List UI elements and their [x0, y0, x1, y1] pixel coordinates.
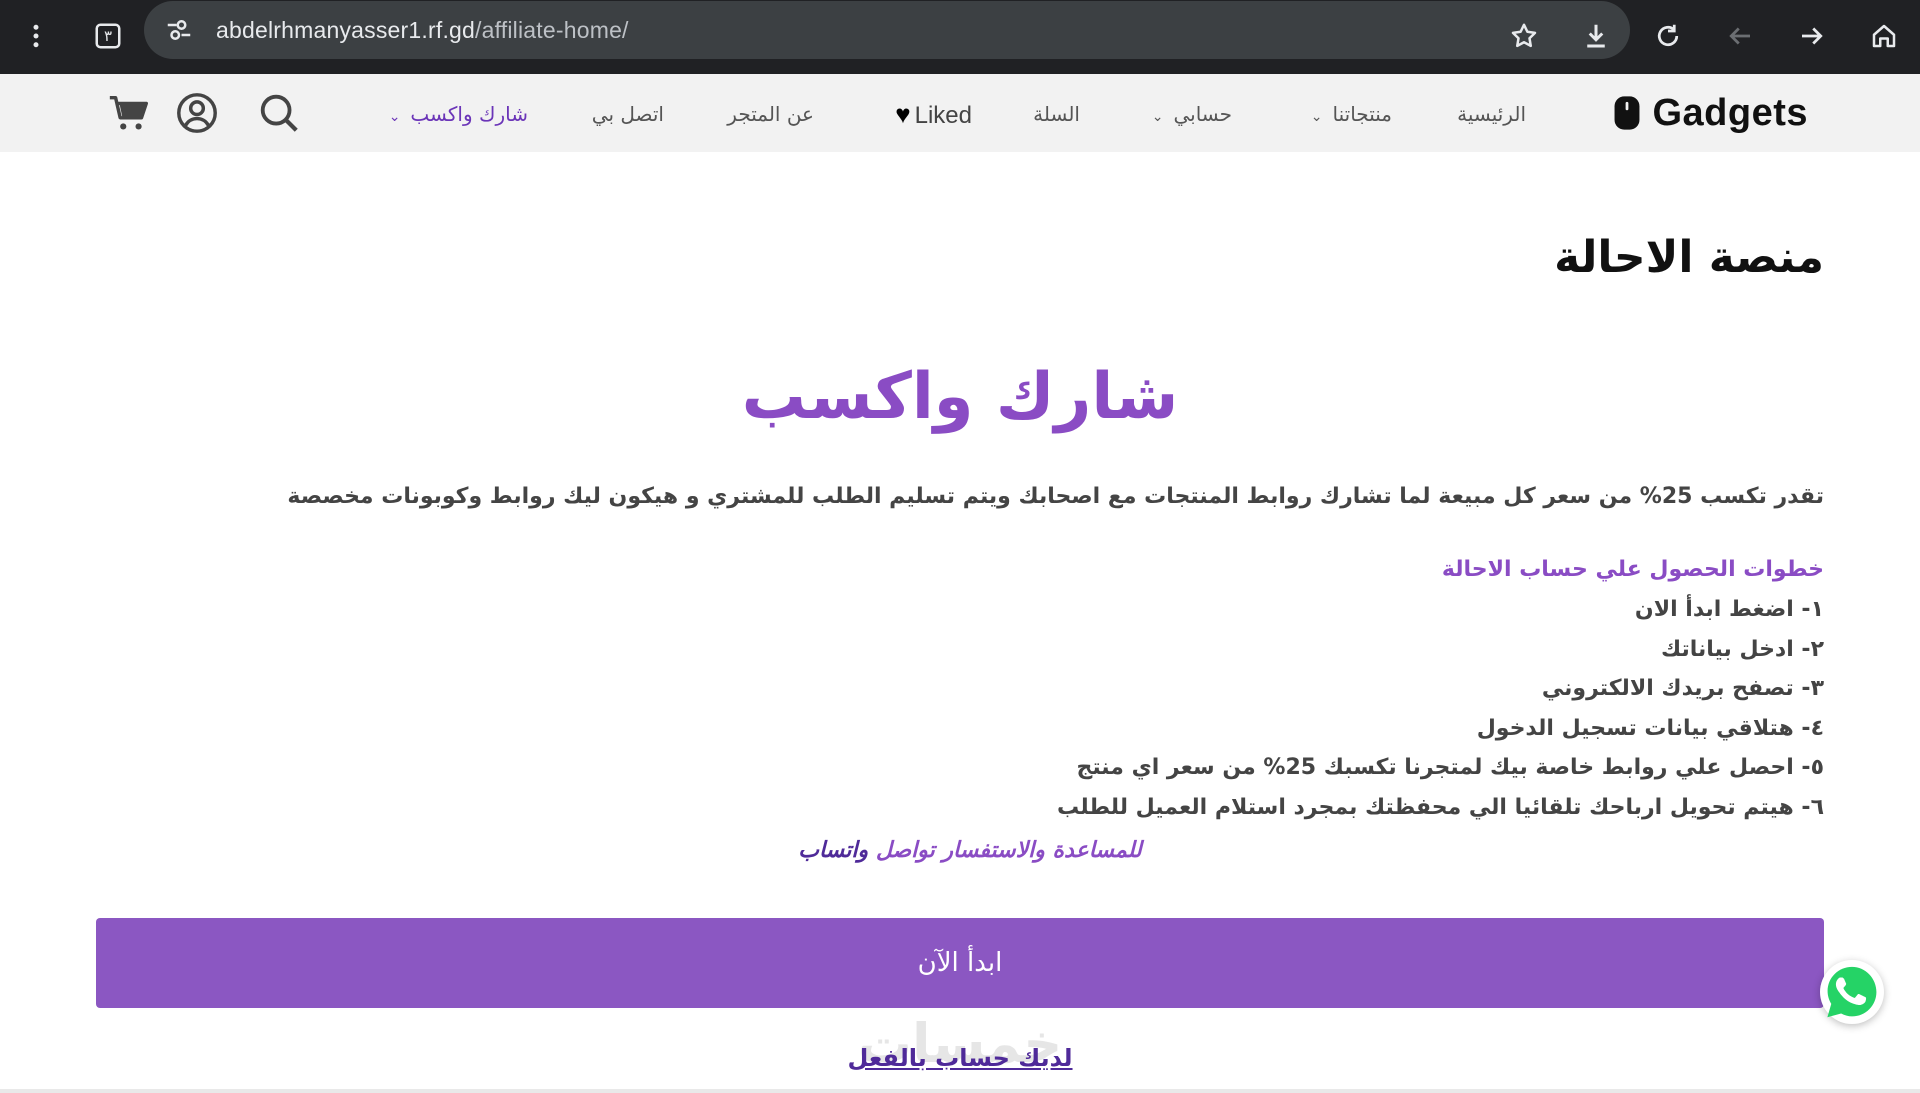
steps-heading: خطوات الحصول علي حساب الاحالة — [1441, 557, 1824, 582]
more-vert-icon[interactable] — [12, 12, 60, 60]
list-item: ١- اضغط ابدأ الان — [1634, 597, 1824, 622]
url-path: /affiliate-home/ — [475, 17, 629, 43]
forward-arrow-icon[interactable] — [1788, 12, 1836, 60]
list-item: ٢- ادخل بياناتك — [1661, 636, 1824, 662]
tab-count: ٣ — [103, 27, 113, 45]
start-now-button[interactable]: ابدأ الآن — [96, 918, 1824, 1008]
home-icon[interactable] — [1860, 12, 1908, 60]
nav-account[interactable]: حسابي ⌄ — [1152, 96, 1232, 132]
site-logo[interactable]: Gadgets — [1612, 90, 1808, 136]
nav-products[interactable]: منتجاتنا ⌄ — [1311, 96, 1392, 132]
logo-text: Gadgets — [1652, 91, 1808, 134]
nav-home[interactable]: الرئيسية — [1457, 96, 1526, 132]
nav-share-earn[interactable]: شارك واكسب ⌄ — [389, 96, 528, 132]
nav-contact[interactable]: اتصل بي — [592, 96, 664, 132]
cart-icon[interactable] — [106, 90, 152, 136]
bookmark-star-icon[interactable] — [1500, 12, 1548, 60]
help-text: للمساعدة والاستفسار تواصل — [875, 838, 1142, 863]
chevron-down-icon: ⌄ — [388, 109, 401, 125]
url-domain: abdelrhmanyasser1.rf.gd — [216, 17, 476, 43]
list-item: ٦- هيتم تحويل ارباحك تلقائيا الي محفظتك … — [1057, 794, 1824, 820]
site-settings-icon[interactable] — [164, 15, 194, 45]
nav-liked-label: Liked — [914, 102, 972, 129]
have-account-link[interactable]: لديك حساب بالفعل — [760, 1044, 1160, 1072]
page-bottom-divider — [0, 1089, 1920, 1093]
tab-switcher-icon[interactable]: ٣ — [84, 12, 132, 60]
heart-icon: ♥ — [895, 99, 911, 129]
mouse-logo-icon — [1614, 96, 1640, 130]
site-header: Gadgets الرئيسية منتجاتنا⌄ حسابي⌄ السلة … — [0, 74, 1920, 152]
steps-list: ١- اضغط ابدأ الان ٢- ادخل بياناتك ٣- تصف… — [524, 590, 1824, 827]
account-circle-icon[interactable] — [174, 90, 220, 136]
whatsapp-float-button[interactable] — [1820, 960, 1884, 1024]
nav-account-label: حسابي — [1173, 102, 1232, 126]
nav-share-earn-label: شارك واكسب — [410, 102, 528, 126]
chevron-down-icon: ⌄ — [1310, 109, 1323, 125]
page-title: منصة الاحالة — [1554, 232, 1824, 283]
nav-about[interactable]: عن المتجر — [727, 96, 814, 132]
address-bar[interactable]: abdelrhmanyasser1.rf.gd/affiliate-home/ — [144, 1, 1630, 59]
download-icon[interactable] — [1572, 12, 1620, 60]
steps-section: خطوات الحصول علي حساب الاحالة ١- اضغط اب… — [524, 557, 1824, 827]
whatsapp-help-link[interactable]: للمساعدة والاستفسار تواصل واتساب — [770, 838, 1170, 863]
chevron-down-icon: ⌄ — [1151, 109, 1164, 125]
list-item: ٣- تصفح بريدك الالكتروني — [1541, 676, 1824, 701]
url-text[interactable]: abdelrhmanyasser1.rf.gd/affiliate-home/ — [216, 1, 629, 59]
help-whatsapp-text: واتساب — [798, 838, 869, 863]
nav-cart[interactable]: السلة — [1033, 96, 1080, 132]
back-arrow-icon[interactable] — [1716, 12, 1764, 60]
reload-icon[interactable] — [1644, 12, 1692, 60]
nav-products-label: منتجاتنا — [1332, 102, 1392, 126]
list-item: ٤- هتلاقي بيانات تسجيل الدخول — [1476, 715, 1824, 741]
intro-paragraph: تقدر تكسب 25% من سعر كل مبيعة لما تشارك … — [287, 484, 1824, 509]
whatsapp-icon — [1827, 966, 1877, 1018]
search-icon[interactable] — [256, 90, 302, 136]
nav-liked[interactable]: ♥ Liked — [895, 96, 972, 132]
hero-title: شارك واكسب — [741, 360, 1179, 434]
browser-toolbar: ٣ abdelrhmanyasser1.rf.gd/affiliate-home… — [0, 0, 1920, 74]
list-item: ٥- احصل علي روابط خاصة بيك لمتجرنا تكسبك… — [1076, 755, 1824, 780]
